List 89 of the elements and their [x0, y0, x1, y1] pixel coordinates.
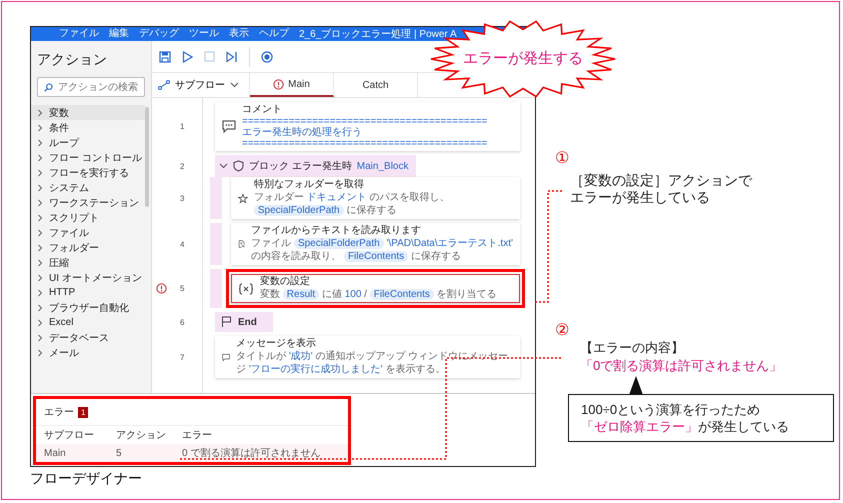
menu-item[interactable]: ファイル — [59, 28, 99, 40]
category-item[interactable]: Excel — [31, 315, 145, 330]
step-number: ② — [555, 321, 569, 340]
note-heading: 【エラーの内容】 — [580, 339, 684, 357]
block-title: ブロック エラー発生時 — [249, 160, 352, 173]
block-header[interactable]: ブロック エラー発生時 Main_Block — [215, 155, 416, 177]
line-number: 4 — [180, 240, 184, 248]
comment-icon — [222, 120, 236, 133]
block-rail — [210, 269, 222, 308]
panel-title: アクション — [36, 50, 108, 69]
category-item[interactable]: スクリプト — [31, 210, 145, 225]
column-header: アクション — [116, 429, 167, 442]
block-rail — [210, 223, 222, 265]
star-icon — [238, 192, 248, 204]
category-item[interactable]: ファイル — [31, 225, 145, 240]
line-number: 6 — [180, 318, 184, 326]
menu-item[interactable]: ツール — [189, 28, 219, 40]
line-number: 7 — [180, 352, 184, 362]
column-header: エラー — [182, 429, 213, 442]
table-cell-text: 5 — [116, 448, 123, 458]
category-item[interactable]: 変数 — [31, 105, 145, 120]
action-description: ファイル SpecialFolderPath '\PAD\Data\エラーテスト.txt' の内容を読み取り、 FileContents に保存する — [251, 237, 513, 263]
category-item[interactable]: HTTP — [31, 285, 145, 300]
category-item[interactable]: 条件 — [31, 120, 145, 135]
comment-line: ========================================== — [242, 138, 488, 149]
chevron-icon — [219, 163, 228, 169]
action-title: ファイルからテキストを読み取ります — [251, 225, 422, 237]
category-item[interactable]: フォルダー — [31, 240, 145, 255]
line-number: 1 — [180, 122, 184, 131]
error-icon — [156, 282, 167, 294]
category-item[interactable]: 圧縮 — [31, 255, 145, 270]
menu-item[interactable]: 表示 — [229, 28, 249, 40]
category-item[interactable]: ブラウザー自動化 — [31, 300, 145, 315]
count-badge: 1 — [78, 406, 88, 418]
scrollbar[interactable] — [145, 107, 149, 207]
category-item[interactable]: フロー コントロール — [31, 150, 145, 165]
save-icon[interactable] — [159, 50, 171, 62]
variable-icon — [238, 282, 254, 294]
menu-item[interactable]: デバッグ — [139, 28, 179, 40]
step-number: ① — [555, 149, 569, 168]
line-number: 2 — [180, 162, 184, 170]
action-card[interactable]: コメント ========================================== エラー発生時の処理を行う ========================================== — [215, 102, 520, 151]
action-description: 変数 Result に値 100 / FileContents を割り当てる — [260, 288, 497, 301]
chevron-icon — [230, 82, 239, 88]
block-rail — [210, 177, 222, 219]
menu-item[interactable]: ヘルプ — [259, 28, 289, 40]
line-number: 3 — [180, 194, 184, 202]
note-text: ［変数の設定］アクションで エラーが発生している — [570, 172, 752, 206]
action-card[interactable]: 変数の設定 変数 Result に値 100 / FileContents を割り当てる — [231, 274, 520, 303]
action-card[interactable]: 特別なフォルダーを取得 フォルダー ドキュメント のパスを取得し、 SpecialFolderPath に保存する — [231, 177, 520, 219]
action-title: 特別なフォルダーを取得 — [254, 179, 365, 191]
category-item[interactable]: UI オートメーション — [31, 270, 145, 285]
shield-icon — [233, 160, 244, 172]
play-icon[interactable] — [182, 50, 193, 62]
error-quote: 「0で割る演算は許可されません」 — [580, 357, 782, 375]
category-item[interactable]: フローを実行する — [31, 165, 145, 180]
category-item[interactable]: システム — [31, 180, 145, 195]
window-title: 2_6_ブロックエラー処理 | Power A — [299, 28, 457, 41]
end-label: End — [238, 316, 257, 328]
action-card[interactable]: ファイルからテキストを読み取ります ファイル SpecialFolderPath '\PAD\Data\エラーテスト.txt' の内容を読み取り、 FileContents に保存する — [231, 223, 520, 265]
callout-text: 100÷0という演算を行ったため 「ゼロ除算エラー」が発生している — [581, 401, 790, 435]
step-icon[interactable] — [226, 50, 238, 62]
table-cell-text: 0 で割る演算は許可されません — [182, 446, 322, 460]
panel-title: エラー — [44, 406, 74, 419]
burst-text: エラーが発生する — [463, 49, 583, 68]
category-item[interactable]: データベース — [31, 330, 145, 345]
search-icon — [44, 82, 53, 92]
flow-tab[interactable]: Catch — [334, 73, 418, 97]
error-icon — [273, 78, 284, 90]
category-item[interactable]: ループ — [31, 135, 145, 150]
record-icon[interactable] — [261, 50, 273, 62]
action-description: フォルダー ドキュメント のパスを取得し、 SpecialFolderPath に保存する — [254, 191, 450, 217]
line-number: 5 — [180, 284, 184, 293]
block-name: Main_Block — [356, 160, 408, 172]
subflow-icon — [158, 80, 170, 90]
column-header: サブフロー — [44, 428, 95, 442]
block-end[interactable]: End — [215, 312, 273, 332]
category-item[interactable]: メール — [31, 345, 145, 360]
comment-line: ========================================== — [242, 116, 488, 127]
flag-icon — [221, 316, 232, 328]
action-title: 変数の設定 — [260, 276, 311, 288]
action-title: コメント — [242, 104, 283, 116]
comment-line: エラー発生時の処理を行う — [242, 127, 363, 138]
action-title: メッセージを表示 — [236, 338, 318, 350]
menu-item[interactable]: 編集 — [109, 28, 129, 40]
category-item[interactable]: ワークステーション — [31, 195, 145, 210]
table-cell-text: Main — [44, 448, 67, 458]
search-field[interactable]: アクションの検索 — [37, 77, 145, 97]
caption: フローデザイナー — [30, 470, 142, 488]
